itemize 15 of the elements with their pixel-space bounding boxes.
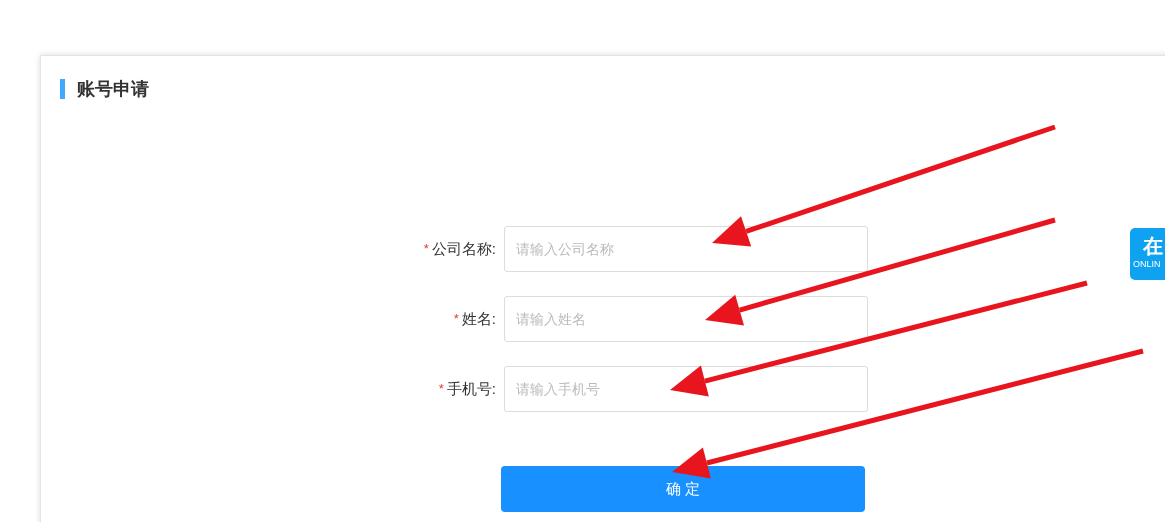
title-accent-bar: [60, 79, 65, 99]
field-label: 姓名:: [461, 308, 496, 329]
badge-label: 在: [1142, 235, 1163, 257]
required-mark: *: [453, 310, 459, 329]
confirm-button[interactable]: 确 定: [501, 466, 865, 512]
text-input[interactable]: 请输入手机号: [504, 366, 868, 412]
badge-sublabel: ONLIN: [1133, 258, 1161, 271]
field-label: 公司名称:: [431, 238, 496, 259]
online-service-badge[interactable]: 在 ONLIN: [1130, 228, 1165, 280]
text-input[interactable]: 请输入公司名称: [504, 226, 868, 272]
required-mark: *: [438, 380, 444, 399]
text-input[interactable]: 请输入姓名: [504, 296, 868, 342]
panel-title: 账号申请: [77, 77, 149, 101]
field-label: 手机号:: [446, 378, 496, 399]
required-mark: *: [423, 240, 429, 259]
